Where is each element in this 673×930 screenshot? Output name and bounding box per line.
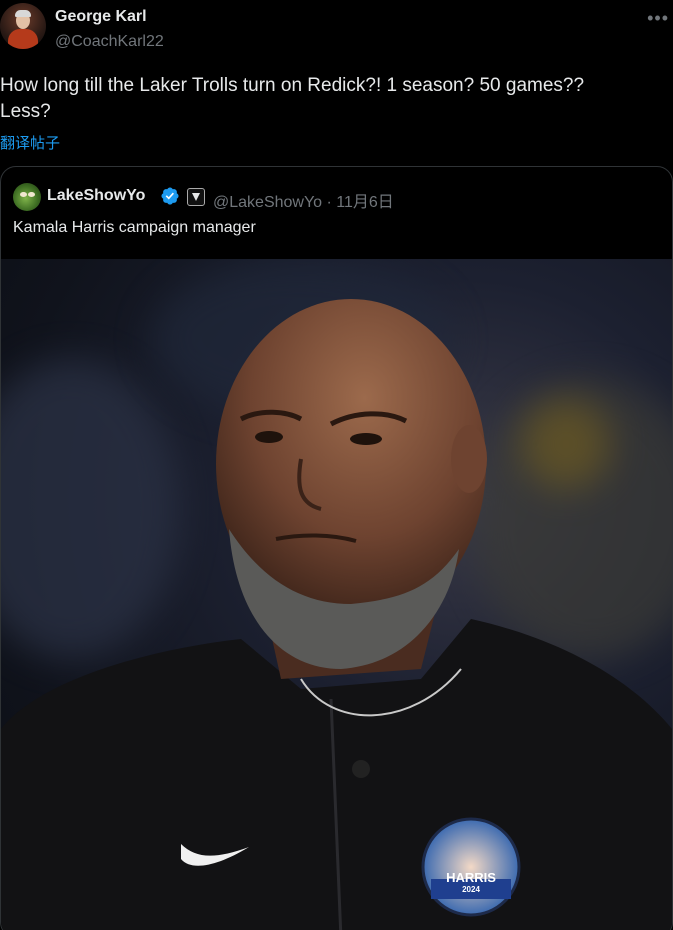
- meta-separator: ·: [326, 194, 332, 211]
- harris-button-year: 2024: [462, 885, 480, 894]
- verified-badge-icon: [161, 187, 179, 205]
- tweet-text: How long till the Laker Trolls turn on R…: [0, 73, 660, 125]
- harris-button-text: HARRIS: [446, 870, 496, 885]
- quoted-author-name[interactable]: LakeShowYo: [47, 187, 145, 205]
- quoted-tweet-photo[interactable]: HARRIS 2024: [1, 259, 672, 930]
- quoted-tweet-text: Kamala Harris campaign manager: [13, 219, 256, 236]
- coach-photo-illustration: [1, 299, 672, 930]
- quoted-author-meta: @LakeShowYo · 11月6日: [213, 188, 394, 212]
- tweet-text-line-2: Less?: [0, 101, 51, 122]
- quoted-author-avatar[interactable]: [13, 183, 41, 211]
- tweet-text-line-1: How long till the Laker Trolls turn on R…: [0, 75, 585, 96]
- author-name[interactable]: George Karl: [55, 8, 147, 26]
- author-handle[interactable]: @CoachKarl22: [55, 33, 164, 51]
- quoted-post-date[interactable]: 11月6日: [336, 194, 394, 211]
- more-options-icon[interactable]: •••: [647, 8, 669, 29]
- tweet-page: George Karl @CoachKarl22 ••• How long ti…: [0, 0, 673, 930]
- translate-post-link[interactable]: 翻译帖子: [0, 132, 60, 153]
- author-avatar[interactable]: [0, 3, 46, 49]
- affiliate-badge-icon: [187, 188, 205, 206]
- quoted-author-handle[interactable]: @LakeShowYo: [213, 194, 322, 211]
- quoted-tweet-card[interactable]: LakeShowYo @LakeShowYo · 11月6日 Kamala Ha…: [0, 166, 673, 930]
- harris-button-label: HARRIS 2024: [423, 871, 519, 895]
